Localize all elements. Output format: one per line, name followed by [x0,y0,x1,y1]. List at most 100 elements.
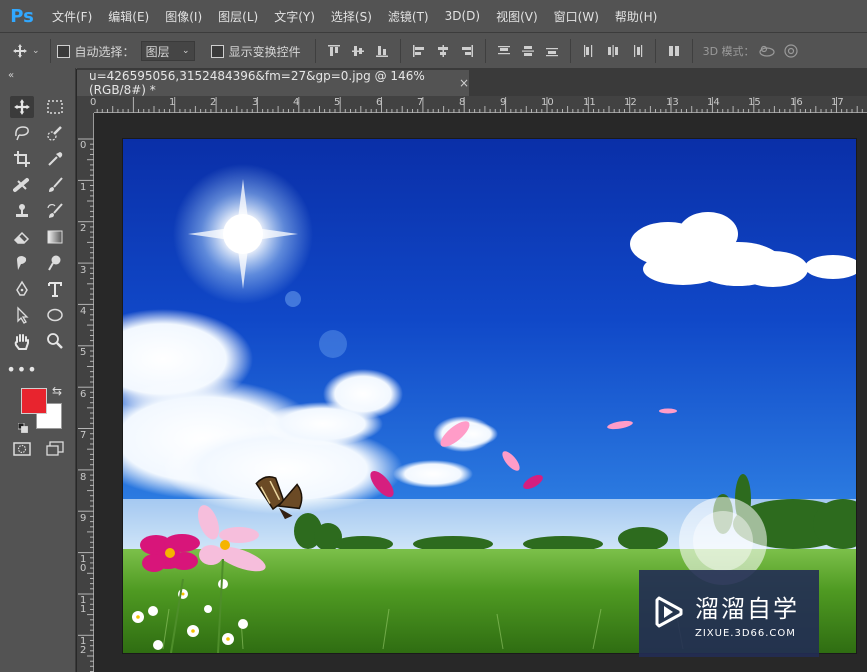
ps-logo: Ps [10,5,34,27]
show-transform-label: 显示变换控件 [228,44,301,59]
document-tab-title: u=426595056,3152484396&fm=27&gp=0.jpg @ … [89,69,425,97]
menu-type[interactable]: 文字(Y) [266,8,323,25]
ruler-label: 4 [293,97,300,108]
menu-file[interactable]: 文件(F) [44,8,100,25]
quick-mask-icon[interactable] [10,438,34,460]
menu-select[interactable]: 选择(S) [323,8,380,25]
brush-icon[interactable] [43,174,67,196]
foreground-color-swatch[interactable] [21,388,47,414]
ruler-label: 8 [459,97,466,108]
menu-help[interactable]: 帮助(H) [607,8,665,25]
ruler-label: 5 [80,347,87,358]
ruler-label: 9 [80,513,87,524]
watermark-subtitle: ZIXUE.3D66.COM [695,627,796,639]
auto-select-dropdown[interactable]: 图层 ⌄ [140,41,195,61]
ellipse-icon[interactable] [43,304,67,326]
align-top-icon[interactable] [324,41,344,61]
clone-stamp-icon[interactable] [10,200,34,222]
align-vcenter-icon[interactable] [348,41,368,61]
align-left-icon[interactable] [409,41,429,61]
ruler-label: 3 [252,97,259,108]
gradient-icon[interactable] [43,226,67,248]
close-icon[interactable]: × [459,76,469,90]
ruler-label: 9 [500,97,507,108]
document-tab-bar: u=426595056,3152484396&fm=27&gp=0.jpg @ … [77,68,867,97]
distribute-left-icon[interactable] [579,41,599,61]
ruler-label: 2 [80,223,87,234]
distribute-hcenter-icon[interactable] [603,41,623,61]
menu-layer[interactable]: 图层(L) [210,8,266,25]
menu-3d[interactable]: 3D(D) [437,9,488,23]
menu-image[interactable]: 图像(I) [157,8,210,25]
ruler-label: 4 [80,306,87,317]
ruler-label: 6 [80,389,87,400]
auto-select-value: 图层 [145,44,170,59]
zoom-icon[interactable] [43,330,67,352]
menu-edit[interactable]: 编辑(E) [100,8,157,25]
dodge-icon[interactable] [43,252,67,274]
ruler-label: 0 [80,140,87,151]
more-tools-icon[interactable]: ••• [6,358,36,380]
document-tab[interactable]: u=426595056,3152484396&fm=27&gp=0.jpg @ … [77,69,469,97]
pen-icon[interactable] [10,278,34,300]
vertical-ruler[interactable]: 0 1 2 3 4 5 6 7 8 9 10 11 12 [77,113,94,672]
chevron-down-icon[interactable]: ⌄ [32,46,40,56]
divider [569,39,571,63]
ruler-label: 3 [80,265,87,276]
tools-panel: « ••• ⇆ [0,68,76,672]
align-hcenter-icon[interactable] [433,41,453,61]
auto-select-checkbox[interactable] [56,44,70,58]
align-right-icon[interactable] [457,41,477,61]
chevron-down-icon: ⌄ [182,46,190,56]
orbit-3d-icon[interactable] [757,41,777,61]
ruler-label: 0 [90,97,97,108]
type-icon[interactable] [43,278,67,300]
horizontal-ruler[interactable]: 0 1 2 3 4 5 6 7 8 9 10 11 12 13 14 15 16… [90,96,867,113]
divider [314,39,316,63]
watermark-title: 溜溜自学 [695,594,799,623]
distribute-top-icon[interactable] [494,41,514,61]
screen-mode-icon[interactable] [43,438,67,460]
menu-view[interactable]: 视图(V) [488,8,546,25]
play-logo-icon [651,592,685,636]
swap-colors-icon[interactable]: ⇆ [52,384,62,398]
ruler-label: 1 [80,182,87,193]
show-transform-checkbox[interactable] [210,44,224,58]
ruler-label: 17 [831,97,844,108]
ruler-label: 11 [583,97,596,108]
rect-marquee-icon[interactable] [43,96,67,118]
auto-select-label: 自动选择： [74,44,135,59]
menu-filter[interactable]: 滤镜(T) [380,8,437,25]
healing-brush-icon[interactable] [10,174,34,196]
align-bottom-icon[interactable] [372,41,392,61]
path-select-icon[interactable] [10,304,34,326]
crop-icon[interactable] [10,148,34,170]
menu-bar: Ps 文件(F) 编辑(E) 图像(I) 图层(L) 文字(Y) 选择(S) 滤… [0,0,867,32]
ruler-label: 8 [80,472,87,483]
roll-3d-icon[interactable] [781,41,801,61]
auto-align-icon[interactable] [664,41,684,61]
distribute-vcenter-icon[interactable] [518,41,538,61]
smudge-icon[interactable] [10,252,34,274]
ruler-label: 10 [541,97,554,108]
divider [399,39,401,63]
ruler-label: 10 [80,554,87,574]
collapse-panel-icon[interactable]: « [8,70,14,81]
menu-window[interactable]: 窗口(W) [546,8,607,25]
eraser-icon[interactable] [10,226,34,248]
distribute-right-icon[interactable] [627,41,647,61]
history-brush-icon[interactable] [43,200,67,222]
quick-select-icon[interactable] [43,122,67,144]
ruler-label: 16 [790,97,803,108]
move-tool-preset-icon[interactable] [10,41,30,61]
divider [49,39,51,63]
ruler-label: 15 [748,97,761,108]
eyedropper-icon[interactable] [43,148,67,170]
lasso-icon[interactable] [10,122,34,144]
move-tool-icon[interactable] [10,96,34,118]
ruler-label: 7 [80,430,87,441]
distribute-bottom-icon[interactable] [542,41,562,61]
default-colors-icon[interactable] [17,418,28,433]
hand-icon[interactable] [10,330,34,352]
options-bar: ⌄ 自动选择： 图层 ⌄ 显示变换控件 3D 模式： [0,32,867,69]
